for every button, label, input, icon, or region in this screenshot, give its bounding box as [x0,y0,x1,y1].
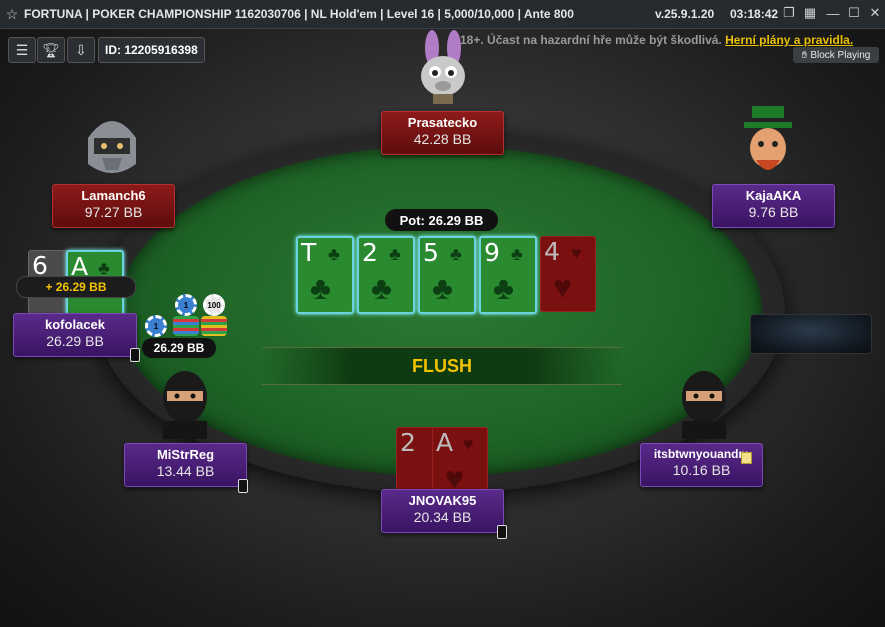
maximize-icon[interactable]: ☐ [845,4,863,22]
win-amount-badge: + 26.29 BB [16,276,136,298]
hand-icon: ✋︎ [801,49,808,61]
mobile-device-icon [497,525,507,539]
trophy-icon: 🏆︎ [42,41,60,58]
club-icon: ♣ [511,244,523,264]
player-stack: 9.76 BB [748,204,799,220]
restore-icon[interactable]: ❐ [780,4,798,22]
player-name: MiStrReg [156,447,215,462]
player-name: Lamanch6 [81,188,146,203]
player-id: ID: 12205916398 [98,37,205,63]
hamburger-icon: ☰ [15,41,29,58]
block-playing-label: Block Playing [810,49,871,61]
player-stack: 13.44 BB [156,463,215,479]
club-icon: ♣ [389,244,401,264]
heart-icon: ♥ [463,434,474,454]
card-rank: 4 [544,237,560,266]
player-stack: 42.28 BB [413,131,472,147]
gladiator-avatar[interactable] [80,108,144,187]
ninja-avatar[interactable] [674,367,734,444]
gambling-warning: 18+. Účast na hazardní hře může být škod… [460,33,853,47]
board-card-3: 5 ♣ ♣ [418,236,476,314]
player-seat-bottom-left[interactable]: MiStrReg 13.44 BB [124,443,247,487]
player-stack: 26.29 BB [46,333,104,349]
player-seat-top-right[interactable]: KajaAKA 9.76 BB [712,184,835,228]
player-seat-top[interactable]: Prasatecko 42.28 BB [381,111,504,155]
player-seat-left[interactable]: kofolacek 26.29 BB [13,313,137,357]
player-seat-bottom-right[interactable]: itsbtwnyouandm 10.16 BB [640,443,763,487]
minimize-icon[interactable]: — [824,4,842,22]
trophy-button[interactable]: 🏆︎ [37,37,65,63]
board-card-5: 4 ♥ ♥ [540,236,596,312]
player-seat-bottom[interactable]: JNOVAK95 20.34 BB [381,489,504,533]
clock-label: 03:18:42 [730,7,779,21]
tile-icon[interactable]: ▦ [801,4,819,22]
rules-link[interactable]: Herní plány a pravidla. [725,33,853,47]
player-name: Prasatecko [407,115,478,130]
menu-button[interactable]: ☰ [8,37,36,63]
version-label: v.25.9.1.20 [655,7,715,21]
board-card-2: 2 ♣ ♣ [357,236,415,314]
mobile-device-icon [238,479,248,493]
card-rank: A [436,428,454,457]
hand-result-banner: FLUSH [262,347,622,385]
card-rank: 2 [362,238,378,267]
player-stack: 20.34 BB [413,509,472,525]
player-seat-top-left[interactable]: Lamanch6 97.27 BB [52,184,175,228]
lobby-button[interactable]: ⇩ [67,37,95,63]
block-playing-button[interactable]: ✋︎ Block Playing [793,47,879,63]
player-stack: 97.27 BB [84,204,143,220]
player-stack: 10.16 BB [672,462,731,478]
pot-label: Pot: 26.29 BB [385,209,498,231]
club-icon: ♣ [371,270,392,306]
board-card-1: T ♣ ♣ [296,236,354,314]
chip-stack-icon [201,316,227,336]
club-icon: ♣ [450,244,462,264]
board-card-4: 9 ♣ ♣ [479,236,537,314]
club-icon: ♣ [432,270,453,306]
note-icon[interactable] [741,452,752,464]
mobile-device-icon [130,348,140,362]
chip-stack-icon: 1 [175,294,197,316]
empty-seat[interactable] [750,314,872,354]
card-rank: 5 [423,238,439,267]
chip-value: 1 [153,321,159,331]
warning-text: 18+. Účast na hazardní hře může být škod… [460,33,722,47]
bunny-avatar[interactable] [410,30,476,111]
chip-stack-icon: 100 [203,294,225,316]
bet-amount-label: 26.29 BB [142,338,216,358]
star-icon[interactable]: ☆ [0,6,24,23]
club-icon: ♣ [493,270,514,306]
leprechaun-avatar[interactable] [736,104,800,187]
download-icon: ⇩ [75,41,87,58]
player-name: KajaAKA [745,188,802,203]
chip-value: 1 [183,300,189,310]
heart-icon: ♥ [571,243,582,263]
chip-stack-icon [173,316,199,336]
player-name: kofolacek [45,317,105,332]
card-rank: 2 [400,428,416,457]
club-icon: ♣ [328,244,340,264]
close-icon[interactable]: ✕ [866,4,884,22]
club-icon: ♣ [310,270,331,306]
chip-stack-icon: 1 [145,315,167,337]
title-bar: ☆ FORTUNA | POKER CHAMPIONSHIP 116203070… [0,0,885,29]
window-title: FORTUNA | POKER CHAMPIONSHIP 1162030706 … [24,7,574,21]
heart-icon: ♥ [553,269,572,305]
ninja-avatar[interactable] [155,367,215,444]
card-rank: 9 [484,238,500,267]
card-rank: T [301,238,317,267]
chip-value: 100 [207,300,221,310]
player-name: JNOVAK95 [408,493,477,508]
